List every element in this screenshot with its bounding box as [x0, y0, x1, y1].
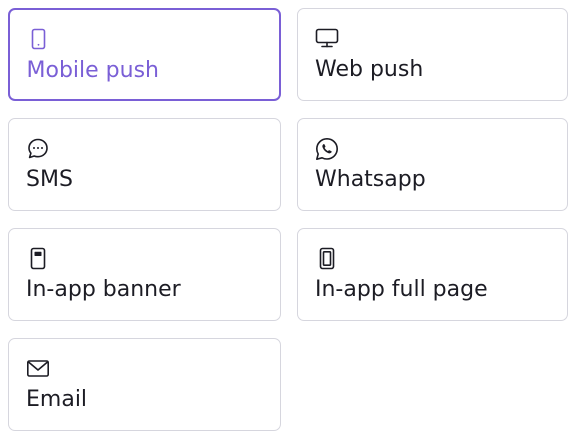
- channel-card-sms[interactable]: SMS: [8, 118, 281, 211]
- channel-card-web-push[interactable]: Web push: [297, 8, 568, 101]
- in-app-full-page-icon: [315, 247, 339, 271]
- channel-card-in-app-full-page[interactable]: In-app full page: [297, 228, 568, 321]
- mobile-phone-icon: [27, 28, 51, 52]
- channel-label-email: Email: [26, 387, 88, 412]
- whatsapp-icon: [315, 137, 339, 161]
- channel-label-web-push: Web push: [315, 57, 424, 82]
- channel-options-grid: Mobile push Web push SMS Whatsapp In-app…: [8, 8, 568, 431]
- chat-bubble-icon: [26, 137, 50, 161]
- in-app-banner-icon: [26, 247, 50, 271]
- channel-label-in-app-banner: In-app banner: [26, 277, 181, 302]
- channel-label-in-app-full-page: In-app full page: [315, 277, 488, 302]
- channel-label-mobile-push: Mobile push: [26, 57, 159, 83]
- channel-card-in-app-banner[interactable]: In-app banner: [8, 228, 281, 321]
- channel-card-whatsapp[interactable]: Whatsapp: [297, 118, 568, 211]
- channel-label-sms: SMS: [26, 167, 73, 192]
- channel-label-whatsapp: Whatsapp: [315, 167, 426, 192]
- desktop-monitor-icon: [315, 27, 339, 51]
- channel-card-mobile-push[interactable]: Mobile push: [8, 8, 281, 101]
- channel-card-email[interactable]: Email: [8, 338, 281, 431]
- envelope-icon: [26, 357, 50, 381]
